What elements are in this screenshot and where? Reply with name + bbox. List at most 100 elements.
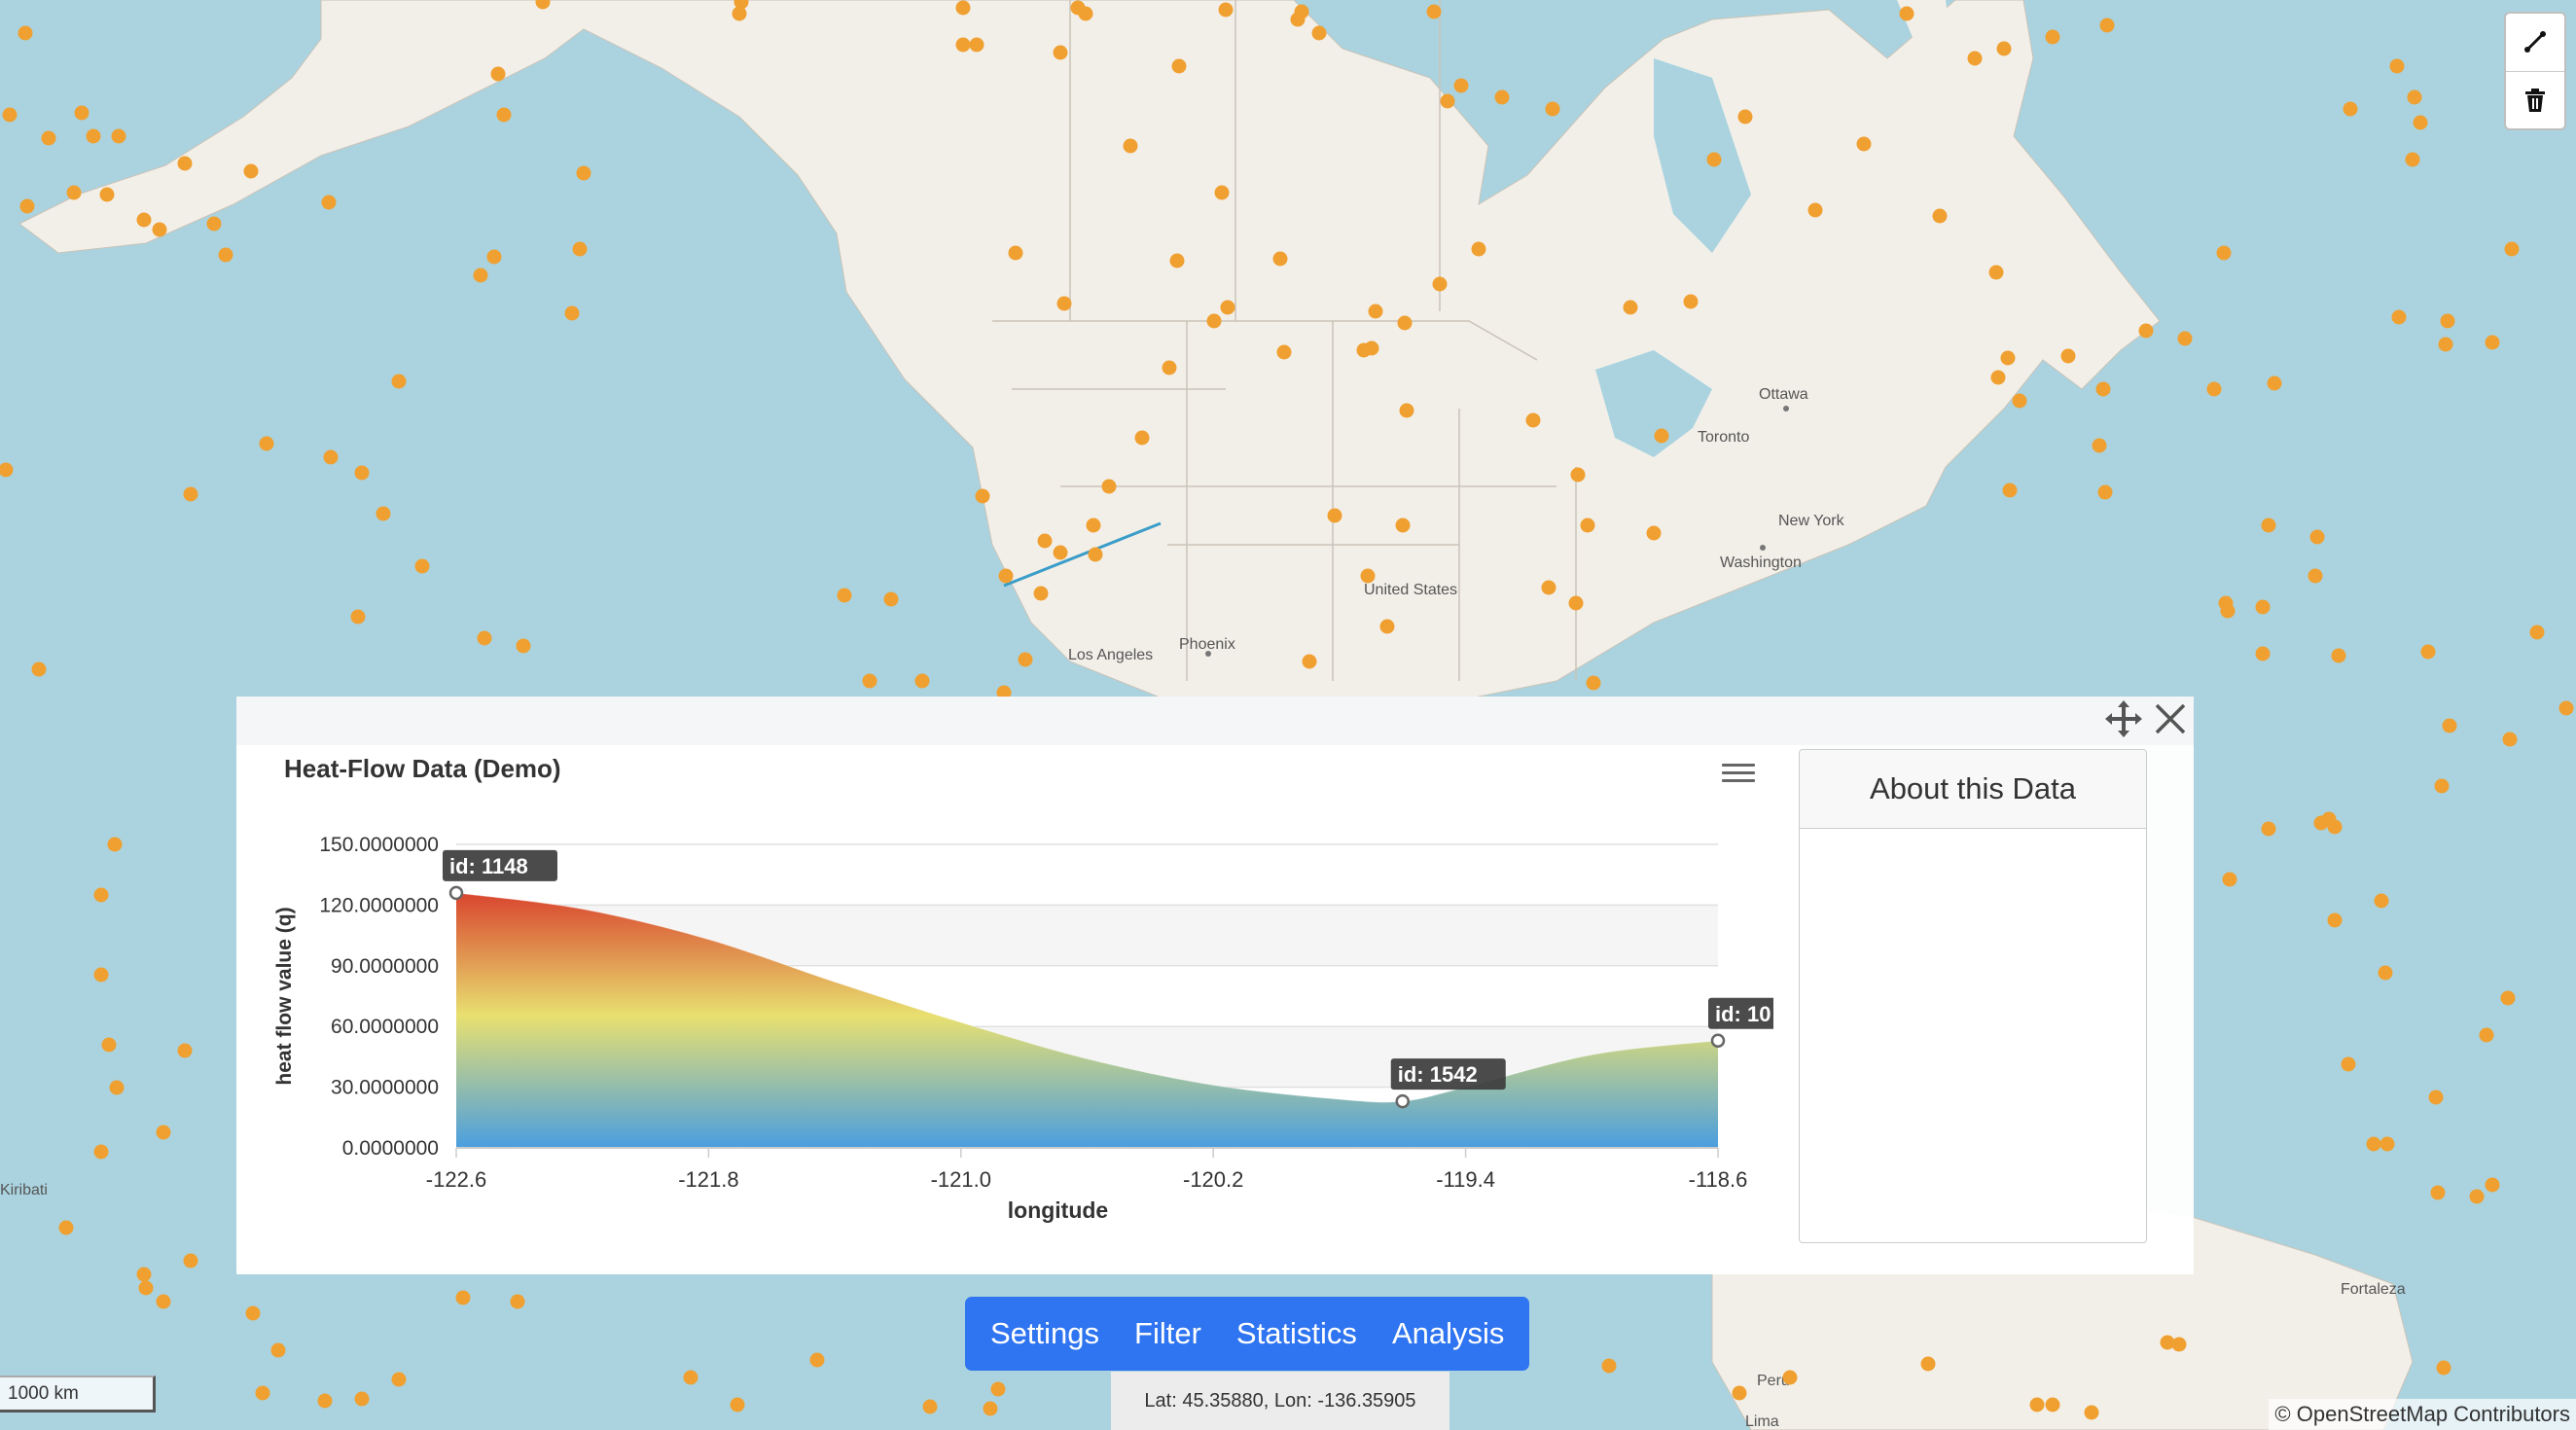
heat-flow-point[interactable] <box>1683 294 1699 309</box>
heat-flow-point[interactable] <box>1545 101 1560 117</box>
heat-flow-point[interactable] <box>1932 208 1948 224</box>
heat-flow-point[interactable] <box>18 25 33 41</box>
heat-flow-point[interactable] <box>1967 51 1983 66</box>
hamburger-menu-icon[interactable] <box>1722 759 1755 786</box>
heat-flow-point[interactable] <box>2331 648 2346 663</box>
heat-flow-point[interactable] <box>2084 1405 2099 1420</box>
heat-flow-point[interactable] <box>473 268 488 283</box>
heat-flow-point[interactable] <box>455 1290 471 1305</box>
heat-flow-point[interactable] <box>2206 381 2222 397</box>
heat-flow-point[interactable] <box>1294 4 1309 19</box>
heat-flow-point[interactable] <box>321 195 337 210</box>
heat-flow-point[interactable] <box>2485 1177 2500 1193</box>
heat-flow-point[interactable] <box>2000 350 2016 366</box>
heat-flow-point[interactable] <box>1008 245 1023 261</box>
heat-flow-point[interactable] <box>2341 1056 2356 1072</box>
heat-flow-point[interactable] <box>477 630 492 646</box>
heat-flow-point[interactable] <box>2097 484 2113 500</box>
nav-analysis-button[interactable]: Analysis <box>1380 1316 1516 1351</box>
heat-flow-point[interactable] <box>2558 700 2574 716</box>
heat-flow-point[interactable] <box>1453 78 1469 93</box>
heat-flow-point[interactable] <box>86 128 101 144</box>
heat-flow-point[interactable] <box>2222 872 2237 887</box>
move-icon[interactable] <box>2103 698 2144 739</box>
heat-flow-point[interactable] <box>2442 718 2457 733</box>
heat-flow-point[interactable] <box>93 887 109 903</box>
heat-flow-point[interactable] <box>2045 1397 2060 1412</box>
heat-flow-point[interactable] <box>93 1144 109 1160</box>
heat-flow-point[interactable] <box>66 185 82 200</box>
heat-flow-point[interactable] <box>259 436 274 451</box>
heat-flow-point[interactable] <box>391 1372 407 1387</box>
chart-data-point[interactable] <box>1395 1093 1410 1109</box>
heat-flow-point[interactable] <box>2479 1027 2494 1043</box>
heat-flow-point[interactable] <box>136 1267 152 1282</box>
heat-flow-point[interactable] <box>93 967 109 983</box>
heat-flow-point[interactable] <box>837 588 852 603</box>
heat-flow-point[interactable] <box>1570 467 1586 483</box>
heat-flow-point[interactable] <box>156 1125 171 1140</box>
heat-flow-point[interactable] <box>572 241 588 257</box>
heat-flow-point[interactable] <box>1737 109 1753 125</box>
heat-flow-point[interactable] <box>564 305 580 321</box>
heat-flow-point[interactable] <box>2438 337 2453 352</box>
heat-flow-point[interactable] <box>1053 545 1068 560</box>
heat-flow-point[interactable] <box>152 222 167 237</box>
heat-flow-point[interactable] <box>1920 1356 1936 1372</box>
heat-flow-point[interactable] <box>1134 430 1150 446</box>
heat-flow-point[interactable] <box>1220 300 1235 315</box>
heat-flow-point[interactable] <box>862 673 877 689</box>
heat-flow-point[interactable] <box>2436 1360 2451 1376</box>
heat-flow-point[interactable] <box>1360 568 1376 584</box>
heat-flow-point[interactable] <box>1272 251 1288 267</box>
heat-flow-point[interactable] <box>1601 1358 1617 1374</box>
heat-flow-point[interactable] <box>2216 245 2232 261</box>
heat-flow-point[interactable] <box>510 1294 525 1309</box>
heat-flow-point[interactable] <box>1037 533 1053 549</box>
heat-flow-point[interactable] <box>1101 479 1117 494</box>
heat-flow-point[interactable] <box>101 1037 117 1053</box>
heat-flow-point[interactable] <box>955 0 971 16</box>
heat-flow-point[interactable] <box>2366 1136 2381 1152</box>
heat-flow-point[interactable] <box>1990 370 2006 385</box>
heat-flow-point[interactable] <box>177 156 193 171</box>
heat-flow-point[interactable] <box>2092 438 2107 453</box>
heat-flow-point[interactable] <box>109 1080 125 1095</box>
heat-flow-point[interactable] <box>883 591 899 607</box>
heat-flow-point[interactable] <box>1568 595 1584 611</box>
heat-flow-point[interactable] <box>1169 253 1185 268</box>
heat-flow-point[interactable] <box>2378 965 2393 981</box>
heat-flow-point[interactable] <box>2255 599 2271 615</box>
heat-flow-point[interactable] <box>1586 675 1601 691</box>
heat-flow-point[interactable] <box>1988 265 2004 280</box>
heat-flow-point[interactable] <box>177 1043 193 1058</box>
heat-flow-point[interactable] <box>2413 115 2428 130</box>
heat-flow-point[interactable] <box>990 1381 1006 1397</box>
heat-flow-point[interactable] <box>41 130 56 146</box>
heat-flow-point[interactable] <box>245 1305 261 1321</box>
heat-flow-point[interactable] <box>1732 1385 1747 1401</box>
heat-flow-point[interactable] <box>1646 525 1662 541</box>
heat-flow-point[interactable] <box>2500 990 2516 1006</box>
delete-button[interactable] <box>2506 70 2564 129</box>
heat-flow-point[interactable] <box>1053 45 1068 60</box>
heat-flow-point[interactable] <box>975 488 990 504</box>
heat-flow-point[interactable] <box>2308 568 2323 584</box>
heat-flow-point[interactable] <box>2261 518 2276 533</box>
heat-flow-point[interactable] <box>2327 819 2343 835</box>
heat-flow-point[interactable] <box>496 107 512 123</box>
heat-flow-point[interactable] <box>1368 304 1383 319</box>
heat-flow-point[interactable] <box>1086 518 1101 533</box>
heat-flow-point[interactable] <box>2099 18 2115 33</box>
heat-flow-point[interactable] <box>1494 89 1510 105</box>
heat-flow-point[interactable] <box>2389 58 2405 74</box>
heat-flow-point[interactable] <box>243 163 259 179</box>
heat-flow-point[interactable] <box>1171 58 1187 74</box>
heat-flow-point[interactable] <box>2029 1397 2045 1412</box>
heat-flow-point[interactable] <box>1302 654 1317 669</box>
heat-flow-point[interactable] <box>1996 41 2012 56</box>
heat-flow-point[interactable] <box>2 107 18 123</box>
heat-flow-point[interactable] <box>2405 152 2420 167</box>
heat-flow-point[interactable] <box>2529 625 2545 640</box>
heat-flow-point[interactable] <box>683 1370 698 1385</box>
